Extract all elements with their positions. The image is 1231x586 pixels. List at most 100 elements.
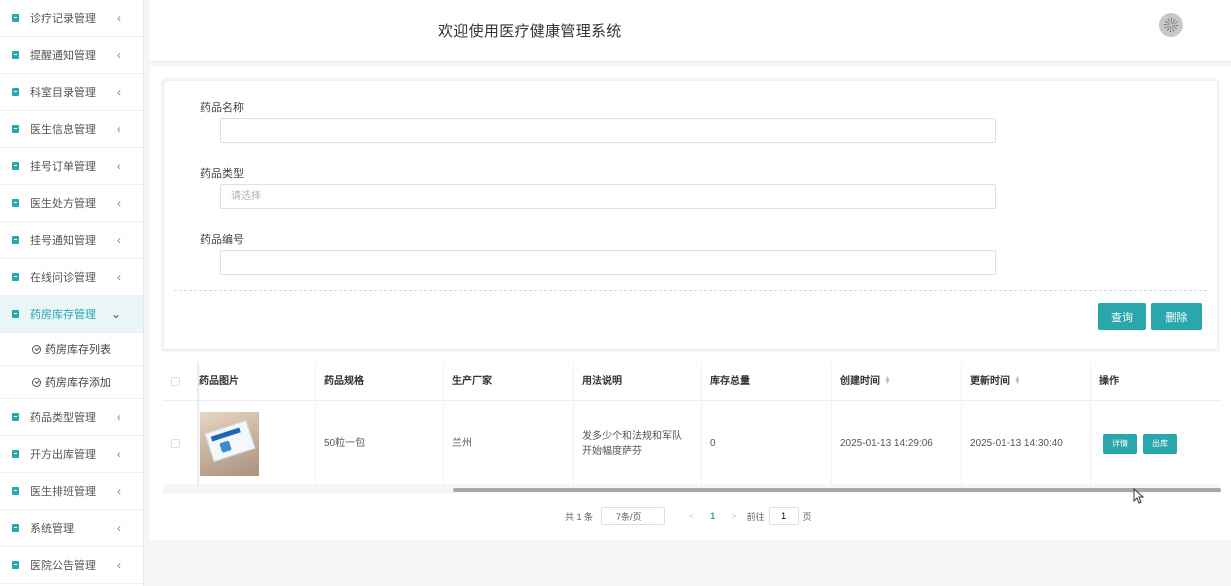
- document-icon: [12, 51, 19, 59]
- table-header: 药品图片 药品规格 生产厂家 用法说明 库存总量 创建时间 ▲ ▼ 更新时间 ▲ ▼ 操…: [163, 363, 1221, 401]
- document-icon: [12, 14, 19, 22]
- chevron-down-icon: ⌄: [110, 307, 121, 321]
- sidebar-item-dispensing[interactable]: 开方出库管理 ‹: [0, 436, 143, 473]
- column-header: 库存总量: [702, 363, 832, 401]
- pagination-total: 共 1 条: [565, 511, 594, 522]
- sidebar-item-doctors[interactable]: 医生信息管理 ‹: [0, 111, 143, 148]
- drug-name-label: 药品名称: [200, 102, 244, 114]
- submenu-item-label: 药房库存添加: [45, 377, 111, 389]
- sidebar-item-pharmacy-stock[interactable]: 药房库存管理 ⌄: [0, 296, 143, 333]
- usage-cell: 发多少个和法规和军队开始幅度萨芬: [574, 401, 702, 486]
- actions-cell: 详情 出库: [1091, 401, 1221, 486]
- select-all-checkbox[interactable]: [171, 377, 180, 386]
- chevron-left-icon: ‹: [117, 233, 121, 247]
- check-circle-icon: [32, 377, 41, 387]
- goto-prefix: 前往: [746, 511, 765, 522]
- delete-button[interactable]: 删除: [1151, 303, 1202, 330]
- document-icon: [12, 310, 19, 318]
- sidebar-item-label: 在线问诊管理: [30, 272, 96, 284]
- document-icon: [12, 199, 19, 207]
- column-header-label: 创建时间: [840, 376, 880, 387]
- drug-code-label: 药品编号: [200, 234, 244, 246]
- updated-time-header[interactable]: 更新时间 ▲ ▼: [962, 363, 1091, 401]
- sidebar-item-label: 药品类型管理: [30, 412, 96, 424]
- column-header: 操作: [1099, 376, 1119, 387]
- created-time-header[interactable]: 创建时间 ▲ ▼: [832, 363, 962, 401]
- chevron-left-icon: ‹: [117, 484, 121, 498]
- sidebar-item-label: 医生信息管理: [30, 124, 96, 136]
- sidebar-item-label: 系统管理: [30, 523, 74, 535]
- sidebar-item-prescriptions[interactable]: 医生处方管理 ‹: [0, 185, 143, 222]
- sidebar-item-diagnosis-records[interactable]: 诊疗记录管理 ‹: [0, 0, 143, 37]
- chevron-left-icon: ‹: [117, 447, 121, 461]
- document-icon: [12, 125, 19, 133]
- sidebar-item-label: 诊疗记录管理: [30, 13, 96, 25]
- next-page-button[interactable]: >: [731, 511, 736, 521]
- chevron-left-icon: ‹: [117, 410, 121, 424]
- column-header-label: 更新时间: [970, 376, 1010, 387]
- chevron-left-icon: ‹: [117, 122, 121, 136]
- manufacturer-cell: 兰州: [444, 401, 574, 486]
- outbound-button[interactable]: 出库: [1143, 433, 1177, 454]
- document-icon: [12, 413, 19, 421]
- sort-icon[interactable]: ▲ ▼: [1014, 375, 1021, 386]
- check-circle-icon: [32, 344, 41, 354]
- drug-name-input[interactable]: [220, 118, 996, 143]
- document-icon: [12, 162, 19, 170]
- sidebar-item-label: 医生处方管理: [30, 198, 96, 210]
- stock-cell: 0: [702, 401, 832, 486]
- table-row: 50粒一包 兰州 发多少个和法规和军队开始幅度萨芬 0 2025-01-13 1…: [163, 401, 1221, 486]
- page-title: 欢迎使用医疗健康管理系统: [438, 23, 622, 40]
- chevron-left-icon: ‹: [117, 558, 121, 572]
- goto-page-input[interactable]: [768, 507, 799, 525]
- chevron-left-icon: ‹: [117, 85, 121, 99]
- sidebar-item-scheduling[interactable]: 医生排班管理 ‹: [0, 473, 143, 510]
- submenu-item-label: 药房库存列表: [45, 344, 111, 356]
- sidebar-item-drug-types[interactable]: 药品类型管理 ‹: [0, 399, 143, 436]
- sidebar-item-label: 开方出库管理: [30, 449, 96, 461]
- medicine-box-photo[interactable]: [200, 411, 259, 476]
- sidebar-item-registration-orders[interactable]: 挂号订单管理 ‹: [0, 148, 143, 185]
- drug-type-label: 药品类型: [200, 168, 244, 180]
- updated-time-cell: 2025-01-13 14:30:40: [962, 401, 1091, 486]
- sidebar-item-reminders[interactable]: 提醒通知管理 ‹: [0, 37, 143, 74]
- main-content: 药品名称 药品类型 药品编号 查询 删除 药品图片 药品规格 生产厂家 用法说明…: [150, 66, 1231, 540]
- column-header: 药品图片: [199, 363, 316, 401]
- row-checkbox[interactable]: [171, 439, 180, 448]
- form-divider: [174, 290, 1207, 291]
- pagination: 共 1 条 7条/页 < 1 > 前往 页: [565, 507, 812, 525]
- prev-page-button[interactable]: <: [689, 511, 694, 521]
- document-icon: [12, 450, 19, 458]
- page-number-current[interactable]: 1: [710, 511, 715, 521]
- sidebar-item-announcements[interactable]: 医院公告管理 ‹: [0, 547, 143, 584]
- drug-code-input[interactable]: [220, 250, 996, 275]
- chevron-left-icon: ‹: [117, 11, 121, 25]
- document-icon: [12, 524, 19, 532]
- sidebar-item-registration-notices[interactable]: 挂号通知管理 ‹: [0, 222, 143, 259]
- page-size-select[interactable]: 7条/页: [601, 507, 666, 525]
- submenu-item-stock-add[interactable]: 药房库存添加: [0, 366, 143, 399]
- drug-image-cell: [199, 401, 316, 486]
- drug-type-select[interactable]: [220, 184, 996, 209]
- sidebar-item-label: 医院公告管理: [30, 560, 96, 572]
- sidebar-item-departments[interactable]: 科室目录管理 ‹: [0, 74, 143, 111]
- sidebar-item-system[interactable]: 系统管理 ‹: [0, 510, 143, 547]
- submenu-item-stock-list[interactable]: 药房库存列表: [0, 333, 143, 366]
- horizontal-scrollbar-thumb[interactable]: [453, 488, 1221, 492]
- document-icon: [12, 487, 19, 495]
- query-button[interactable]: 查询: [1098, 303, 1146, 330]
- header-checkbox-cell: [163, 363, 199, 401]
- mouse-cursor-icon: [1133, 488, 1145, 504]
- top-header: 欢迎使用医疗健康管理系统: [150, 0, 1231, 62]
- spec-cell: 50粒一包: [316, 401, 444, 486]
- chevron-left-icon: ‹: [117, 270, 121, 284]
- detail-button[interactable]: 详情: [1103, 433, 1137, 454]
- sidebar: 诊疗记录管理 ‹ 提醒通知管理 ‹ 科室目录管理 ‹ 医生信息管理 ‹ 挂号订单…: [0, 0, 144, 586]
- created-time-cell: 2025-01-13 14:29:06: [832, 401, 962, 486]
- chevron-left-icon: ‹: [117, 521, 121, 535]
- document-icon: [12, 88, 19, 96]
- sidebar-item-online-consult[interactable]: 在线问诊管理 ‹: [0, 259, 143, 296]
- loading-spinner-icon[interactable]: [1159, 13, 1183, 37]
- sort-icon[interactable]: ▲ ▼: [884, 375, 891, 386]
- sidebar-item-label: 提醒通知管理: [30, 50, 96, 62]
